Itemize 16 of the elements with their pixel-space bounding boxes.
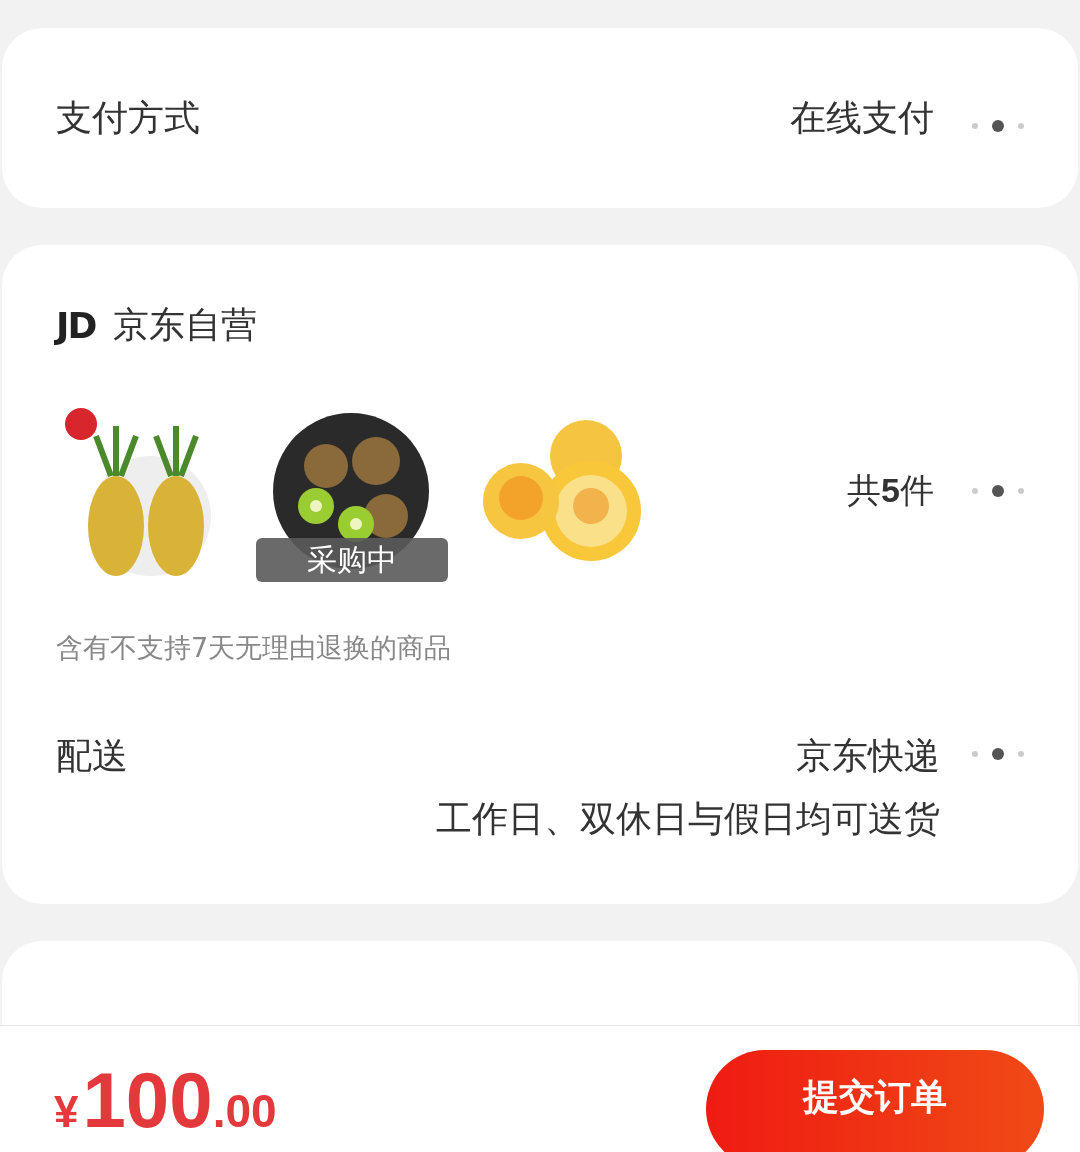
more-dots-icon[interactable] — [970, 485, 1026, 497]
delivery-method[interactable]: 京东快递 — [796, 732, 940, 781]
shop-name: 京东自营 — [113, 303, 258, 347]
payment-label: 支付方式 — [56, 95, 200, 140]
item-count[interactable]: 共5件 — [847, 468, 934, 514]
more-dots-icon[interactable] — [970, 120, 1026, 132]
payment-card[interactable]: 支付方式 在线支付 — [2, 28, 1078, 208]
delivery-label: 配送 — [56, 734, 128, 778]
status-badge: 采购中 — [256, 538, 448, 582]
submit-order-button[interactable]: 提交订单 — [706, 1050, 1044, 1152]
delivery-time: 工作日、双休日与假日均可送货 — [436, 797, 940, 841]
payment-value: 在线支付 — [790, 95, 934, 140]
return-notice: 含有不支持7天无理由退换的商品 — [56, 631, 453, 665]
shop-logo: JD — [56, 305, 96, 346]
more-dots-icon[interactable] — [970, 748, 1026, 760]
total-price: ¥100.00 — [54, 1054, 277, 1146]
